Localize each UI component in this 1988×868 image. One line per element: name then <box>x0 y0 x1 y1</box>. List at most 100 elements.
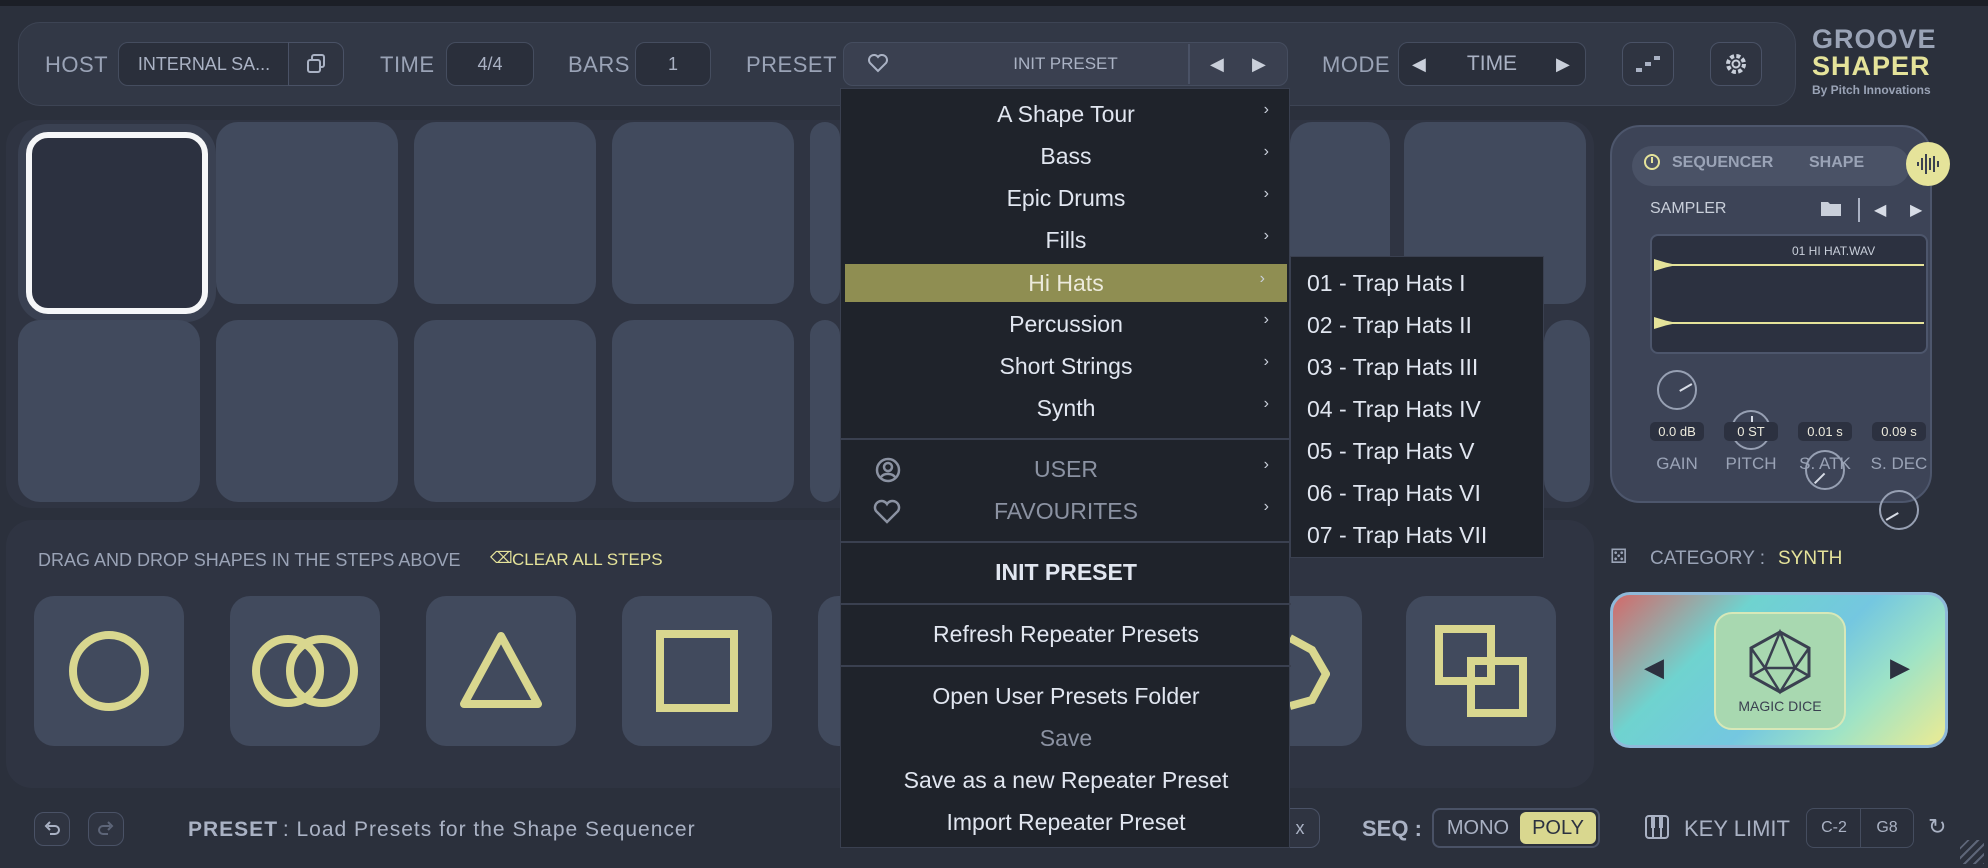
shape-tile[interactable] <box>818 596 840 746</box>
step-pad[interactable] <box>414 122 596 304</box>
category-prev-icon[interactable]: ◀ <box>1644 652 1664 683</box>
redo-icon[interactable] <box>88 812 124 846</box>
menu-item-fills[interactable]: Fills › <box>841 221 1291 259</box>
waveform-bottom-line <box>1654 322 1924 324</box>
preset-prev-icon[interactable]: ◀ <box>1210 54 1224 75</box>
step-pad[interactable] <box>26 132 208 314</box>
step-pad[interactable] <box>216 122 398 304</box>
menu-item-hi-hats[interactable]: Hi Hats › <box>845 264 1287 302</box>
step-pad[interactable] <box>612 320 794 502</box>
undo-icon[interactable] <box>34 812 70 846</box>
folder-icon[interactable] <box>1820 198 1842 223</box>
tab-sequencer[interactable]: SEQUENCER <box>1672 154 1773 172</box>
gain-label: GAIN <box>1656 454 1698 473</box>
settings-gear-icon[interactable] <box>1710 42 1762 86</box>
copy-icon[interactable] <box>288 42 344 86</box>
circle-shape-icon[interactable] <box>34 596 184 746</box>
chevron-right-icon: › <box>1263 143 1269 160</box>
key-limit-label: KEY LIMIT <box>1684 816 1790 841</box>
step-pad[interactable] <box>1544 320 1590 502</box>
resize-handle[interactable] <box>1960 840 1984 864</box>
tab-shape[interactable]: SHAPE <box>1809 154 1864 172</box>
decay-value: 0.09 s <box>1872 422 1926 441</box>
double-circle-shape-icon[interactable] <box>230 596 380 746</box>
brand-byline: By Pitch Innovations <box>1812 83 1931 97</box>
step-pad[interactable] <box>810 122 840 304</box>
reset-icon[interactable]: ↻ <box>1928 814 1946 840</box>
gain-value: 0.0 dB <box>1650 422 1704 441</box>
steps-icon[interactable] <box>1622 42 1674 86</box>
menu-item-refresh-presets[interactable]: Refresh Repeater Presets <box>841 615 1291 653</box>
mode-next-icon[interactable]: ▶ <box>1556 54 1570 75</box>
step-pad[interactable] <box>216 320 398 502</box>
linked-squares-shape-icon[interactable] <box>1406 596 1556 746</box>
triangle-shape-icon[interactable] <box>426 596 576 746</box>
heptagon-shape-icon[interactable] <box>1290 596 1362 746</box>
sample-next-icon[interactable]: ▶ <box>1910 200 1922 220</box>
magic-dice-label: MAGIC DICE <box>1738 698 1822 714</box>
host-select[interactable]: INTERNAL SA... <box>118 42 290 86</box>
preset-next-icon[interactable]: ▶ <box>1252 54 1266 75</box>
attack-label: S. ATK <box>1799 454 1851 473</box>
heart-icon[interactable] <box>866 50 890 79</box>
category-value: SYNTH <box>1778 548 1843 569</box>
menu-separator <box>841 665 1291 667</box>
menu-item-save-as-new[interactable]: Save as a new Repeater Preset <box>841 761 1291 799</box>
menu-item-epic-drums[interactable]: Epic Drums › <box>841 179 1291 217</box>
mode-prev-icon[interactable]: ◀ <box>1412 54 1426 75</box>
chevron-right-icon: › <box>1263 498 1269 515</box>
category-next-icon[interactable]: ▶ <box>1890 652 1910 683</box>
menu-item-favourites[interactable]: FAVOURITES › <box>841 492 1291 530</box>
submenu-item[interactable]: 04 - Trap Hats IV <box>1307 396 1481 423</box>
menu-item-init-preset[interactable]: INIT PRESET <box>841 553 1291 591</box>
status-title: PRESET <box>188 818 279 841</box>
poly-button[interactable]: POLY <box>1520 812 1596 844</box>
menu-item-label: Short Strings <box>999 352 1133 379</box>
bars-field[interactable]: 1 <box>635 42 711 86</box>
menu-item-short-strings[interactable]: Short Strings › <box>841 347 1291 385</box>
waveform-icon[interactable] <box>1906 142 1950 186</box>
menu-item-label: Percussion <box>1009 310 1123 337</box>
bars-label: BARS <box>568 52 630 77</box>
menu-item-save[interactable]: Save <box>841 719 1291 757</box>
pitch-label: PITCH <box>1725 454 1777 473</box>
menu-separator <box>841 541 1291 543</box>
key-high-field[interactable]: G8 <box>1860 808 1914 848</box>
menu-item-label: Epic Drums <box>1006 184 1126 211</box>
step-pad[interactable] <box>414 320 596 502</box>
menu-item-percussion[interactable]: Percussion › <box>841 305 1291 343</box>
menu-item-open-user-folder[interactable]: Open User Presets Folder <box>841 677 1291 715</box>
chevron-right-icon: › <box>1263 395 1269 412</box>
key-low-field[interactable]: C-2 <box>1806 808 1862 848</box>
chevron-right-icon: › <box>1263 353 1269 370</box>
menu-item-a-shape-tour[interactable]: A Shape Tour › <box>841 95 1291 133</box>
pitch-value: 0 ST <box>1724 422 1778 441</box>
time-signature-field[interactable]: 4/4 <box>446 42 534 86</box>
submenu-item[interactable]: 02 - Trap Hats II <box>1307 312 1472 339</box>
mono-button[interactable]: MONO <box>1436 812 1520 844</box>
submenu-item[interactable]: 03 - Trap Hats III <box>1307 354 1478 381</box>
menu-item-import[interactable]: Import Repeater Preset <box>841 803 1291 841</box>
submenu-item[interactable]: 01 - Trap Hats I <box>1307 270 1466 297</box>
power-icon[interactable] <box>1642 152 1662 177</box>
sample-filename: 01 HI HAT.WAV <box>1792 244 1876 258</box>
clear-all-steps-button[interactable]: CLEAR ALL STEPS <box>512 550 663 570</box>
step-pad[interactable] <box>810 320 840 502</box>
submenu-item[interactable]: 05 - Trap Hats V <box>1307 438 1474 465</box>
chevron-right-icon: › <box>1263 456 1269 473</box>
menu-item-user[interactable]: USER › <box>841 450 1291 488</box>
menu-item-bass[interactable]: Bass › <box>841 137 1291 175</box>
step-pad[interactable] <box>18 320 200 502</box>
step-pad[interactable] <box>612 122 794 304</box>
chevron-right-icon: › <box>1263 101 1269 118</box>
square-shape-icon[interactable] <box>622 596 772 746</box>
sample-decay-knob[interactable] <box>1879 490 1919 530</box>
submenu-item[interactable]: 06 - Trap Hats VI <box>1307 480 1481 507</box>
menu-item-synth[interactable]: Synth › <box>841 389 1291 427</box>
decay-label: S. DEC <box>1870 454 1928 473</box>
gain-knob[interactable] <box>1657 370 1697 410</box>
submenu-item[interactable]: 07 - Trap Hats VII <box>1307 522 1487 549</box>
magic-dice-button[interactable]: MAGIC DICE <box>1714 612 1846 730</box>
status-text: : Load Presets for the Shape Sequencer <box>276 818 696 841</box>
sample-prev-icon[interactable]: ◀ <box>1874 200 1886 220</box>
